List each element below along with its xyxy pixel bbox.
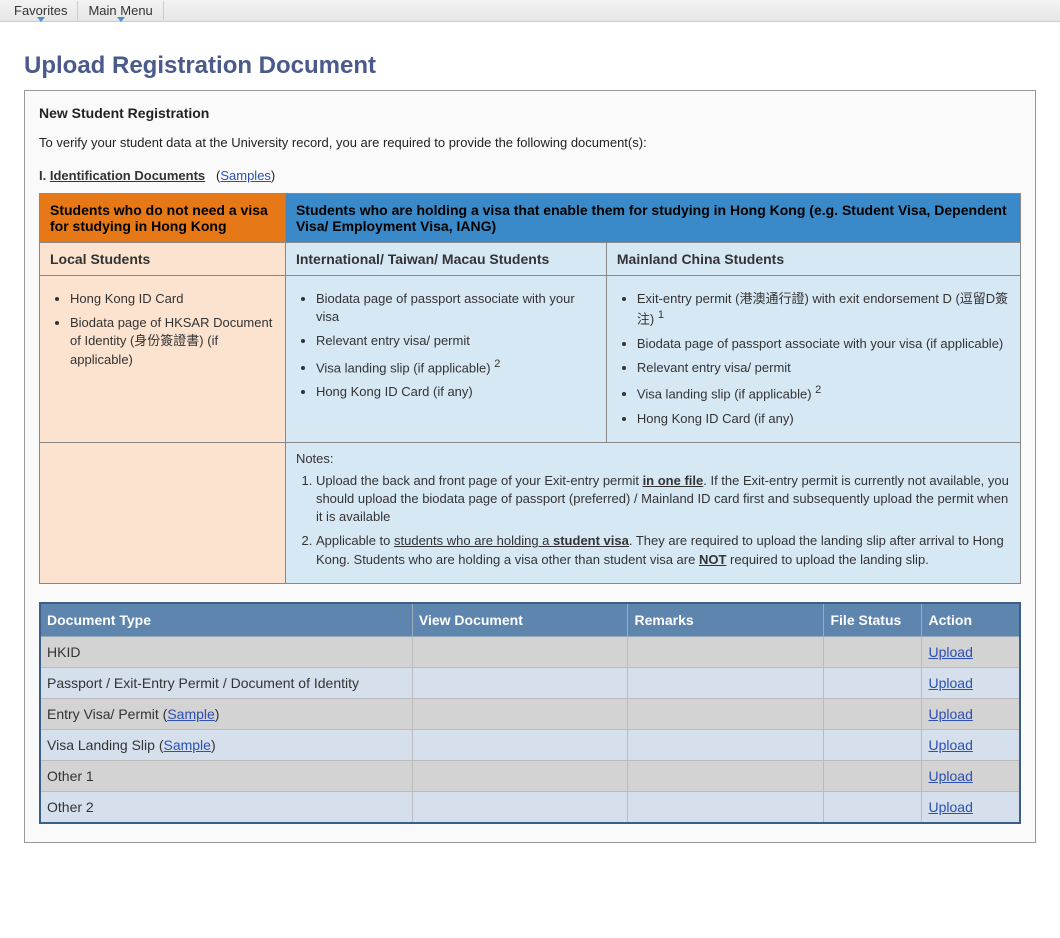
menubar-favorites[interactable]: Favorites [4,1,78,20]
th-file-status: File Status [824,603,922,637]
menubar: Favorites Main Menu [0,0,1060,22]
col-local: Local Students [40,243,286,276]
view-doc-cell [412,698,628,729]
th-view-doc: View Document [412,603,628,637]
local-item: Hong Kong ID Card [70,290,275,308]
upload-link[interactable]: Upload [928,675,972,691]
mainland-item: Exit-entry permit (港澳通行證) with exit endo… [637,290,1010,329]
intl-item: Visa landing slip (if applicable) 2 [316,357,596,378]
file-status-cell [824,698,922,729]
cell-intl: Biodata page of passport associate with … [285,276,606,443]
action-cell: Upload [922,667,1020,698]
cell-mainland: Exit-entry permit (港澳通行證) with exit endo… [606,276,1020,443]
section-title: New Student Registration [39,105,1021,121]
document-upload-table: Document Type View Document Remarks File… [39,602,1021,824]
footnote-2: 2 [494,358,500,370]
action-cell: Upload [922,760,1020,791]
th-doc-type: Document Type [40,603,412,637]
view-doc-cell [412,636,628,667]
remarks-cell [628,667,824,698]
upload-link[interactable]: Upload [928,706,972,722]
sample-link[interactable]: Sample [167,706,214,722]
mainland-item: Biodata page of passport associate with … [637,335,1010,353]
table-row: HKID Upload [40,636,1020,667]
samples-link[interactable]: Samples [220,168,271,183]
th-remarks: Remarks [628,603,824,637]
intl-item: Biodata page of passport associate with … [316,290,596,326]
remarks-cell [628,729,824,760]
remarks-cell [628,636,824,667]
mainland-item: Visa landing slip (if applicable) 2 [637,383,1010,404]
action-cell: Upload [922,791,1020,823]
info-table: Students who do not need a visa for stud… [39,193,1021,584]
file-status-cell [824,760,922,791]
subsection-label: Identification Documents [50,168,205,183]
note-1: Upload the back and front page of your E… [316,472,1010,527]
footnote-2: 2 [815,384,821,396]
th-action: Action [922,603,1020,637]
sample-link[interactable]: Sample [163,737,210,753]
notes-cell: Notes: Upload the back and front page of… [285,442,1020,583]
paren-close: ) [271,168,275,183]
lead-text: To verify your student data at the Unive… [39,135,1021,150]
remarks-cell [628,698,824,729]
mainland-item: Hong Kong ID Card (if any) [637,410,1010,428]
file-status-cell [824,729,922,760]
mainland-item: Relevant entry visa/ permit [637,359,1010,377]
doc-type-cell: HKID [40,636,412,667]
doc-type-cell: Other 2 [40,791,412,823]
menubar-mainmenu[interactable]: Main Menu [78,1,163,20]
upload-link[interactable]: Upload [928,799,972,815]
file-status-cell [824,791,922,823]
table-row: Visa Landing Slip (Sample) Upload [40,729,1020,760]
doc-type-cell: Other 1 [40,760,412,791]
roman-numeral: I. [39,168,46,183]
view-doc-cell [412,791,628,823]
notes-label: Notes: [296,451,1010,466]
subsection-header: I. Identification Documents (Samples) [39,168,1021,183]
doc-type-cell: Entry Visa/ Permit (Sample) [40,698,412,729]
note-2: Applicable to students who are holding a… [316,532,1010,568]
remarks-cell [628,791,824,823]
page-title: Upload Registration Document [24,52,1036,80]
col-mainland: Mainland China Students [606,243,1020,276]
registration-panel: New Student Registration To verify your … [24,90,1036,843]
file-status-cell [824,667,922,698]
view-doc-cell [412,729,628,760]
action-cell: Upload [922,729,1020,760]
table-row: Other 2 Upload [40,791,1020,823]
doc-type-cell: Visa Landing Slip (Sample) [40,729,412,760]
action-cell: Upload [922,698,1020,729]
cell-local: Hong Kong ID Card Biodata page of HKSAR … [40,276,286,443]
file-status-cell [824,636,922,667]
intl-item: Relevant entry visa/ permit [316,332,596,350]
header-visa: Students who are holding a visa that ena… [285,194,1020,243]
view-doc-cell [412,760,628,791]
upload-link[interactable]: Upload [928,644,972,660]
table-row: Other 1 Upload [40,760,1020,791]
cell-local-empty [40,442,286,583]
footnote-1: 1 [658,309,664,321]
table-row: Entry Visa/ Permit (Sample) Upload [40,698,1020,729]
header-no-visa: Students who do not need a visa for stud… [40,194,286,243]
action-cell: Upload [922,636,1020,667]
view-doc-cell [412,667,628,698]
local-item: Biodata page of HKSAR Document of Identi… [70,314,275,369]
table-row: Passport / Exit-Entry Permit / Document … [40,667,1020,698]
intl-item: Hong Kong ID Card (if any) [316,383,596,401]
upload-link[interactable]: Upload [928,768,972,784]
upload-link[interactable]: Upload [928,737,972,753]
col-intl: International/ Taiwan/ Macau Students [285,243,606,276]
remarks-cell [628,760,824,791]
content-area: Upload Registration Document New Student… [0,22,1060,859]
doc-type-cell: Passport / Exit-Entry Permit / Document … [40,667,412,698]
